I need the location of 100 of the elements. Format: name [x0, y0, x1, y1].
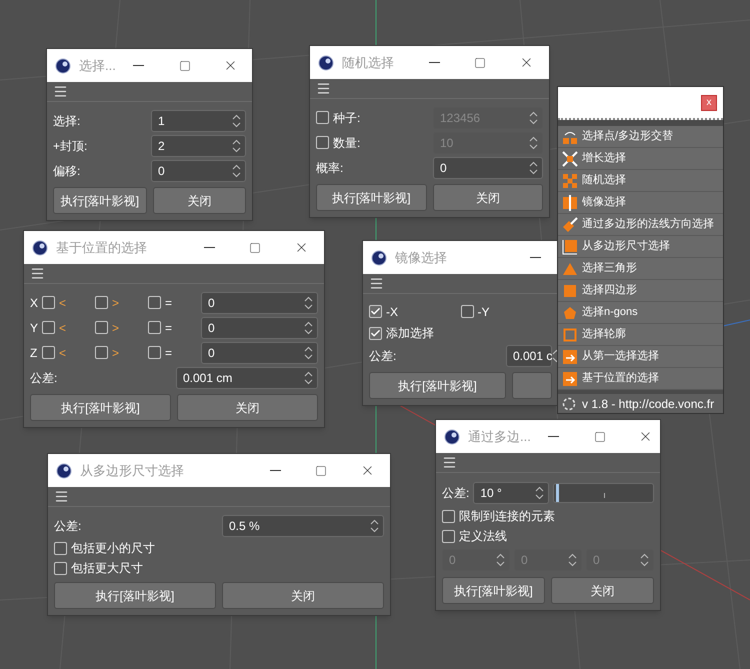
menu-item[interactable]: 从多边形尺寸选择	[558, 236, 723, 258]
operator-label: >	[112, 320, 120, 336]
minimize-icon	[530, 257, 540, 258]
number-field[interactable]: 0.5 %	[222, 514, 384, 536]
sphere-logo-icon	[32, 240, 48, 256]
square-icon	[562, 282, 578, 298]
number-field[interactable]: 0	[201, 292, 318, 314]
menu-icon[interactable]	[369, 276, 384, 291]
checkbox[interactable]	[95, 321, 108, 334]
dialog-button[interactable]: 关闭	[222, 582, 384, 609]
number-field[interactable]: 0	[201, 342, 318, 364]
field-label: -Y	[478, 304, 490, 320]
spinner-icon[interactable]	[304, 320, 313, 334]
dialog-button[interactable]: 关闭	[177, 394, 318, 421]
maximize-icon	[249, 242, 261, 254]
minimize-icon	[204, 247, 214, 248]
menu-item[interactable]: 基于位置的选择	[558, 368, 723, 390]
mirror-icon	[562, 194, 578, 210]
menu-item[interactable]: 增长选择	[558, 148, 723, 170]
number-field[interactable]: 0	[433, 156, 543, 178]
spinner-icon[interactable]	[232, 138, 241, 152]
window-title: 从多边形尺寸选择	[80, 462, 184, 480]
number-field[interactable]: 0.001 cm	[176, 366, 318, 388]
maximize-icon	[474, 56, 486, 68]
field-label: 偏移:	[53, 164, 80, 178]
checkbox[interactable]	[54, 542, 67, 554]
checkbox[interactable]	[369, 326, 382, 340]
menu-item[interactable]: 随机选择	[558, 170, 723, 192]
axis-label: X	[30, 294, 40, 312]
field-label: +封顶:	[53, 138, 88, 152]
operator-label: =	[165, 320, 172, 336]
field-label: -X	[386, 304, 398, 320]
spinner-icon[interactable]	[370, 518, 379, 532]
dialog-button[interactable]: 执行[落叶影视]	[30, 394, 171, 421]
menu-icon[interactable]	[316, 81, 331, 96]
number-field[interactable]: 1	[151, 110, 246, 132]
checkbox[interactable]	[442, 530, 455, 542]
number-field[interactable]: 10 °	[473, 482, 550, 504]
dialog-button[interactable]: 执行[落叶影视]	[316, 184, 426, 211]
cross-arrows-icon	[562, 150, 578, 166]
dialog-button[interactable]: 关闭	[432, 184, 543, 211]
field-label: 公差:	[54, 518, 82, 532]
spinner-icon[interactable]	[304, 370, 313, 384]
dialog-button[interactable]: 关闭	[551, 577, 654, 604]
spinner-icon[interactable]	[232, 164, 241, 178]
spinner-icon[interactable]	[304, 346, 313, 360]
checkbox[interactable]	[369, 305, 382, 318]
menu-item[interactable]: 选择点/多边形交替	[558, 126, 723, 148]
menu-item[interactable]: 选择轮廓	[558, 324, 723, 346]
checkbox[interactable]	[148, 296, 161, 309]
close-button[interactable]: x	[701, 94, 717, 110]
menu-item[interactable]: 镜像选择	[558, 192, 723, 214]
pencil-icon	[562, 216, 578, 232]
menu-item[interactable]: 选择四边形	[558, 280, 723, 302]
refresh-icon	[562, 396, 576, 410]
checkbox[interactable]	[95, 296, 108, 309]
dialog-button[interactable]: 执行[落叶影视]	[54, 582, 216, 609]
checkbox[interactable]	[442, 510, 455, 522]
number-field[interactable]: 0	[151, 160, 246, 182]
menu-icon[interactable]	[53, 84, 68, 99]
minimize-icon	[428, 62, 440, 63]
checkbox[interactable]	[42, 346, 55, 359]
field-label: 公差:	[442, 484, 470, 502]
spinner-icon[interactable]	[304, 296, 313, 310]
operator-label: <	[59, 294, 66, 312]
dialog-button[interactable]: 执行[落叶影视]	[53, 187, 146, 214]
minimize-icon	[548, 436, 560, 437]
number-field[interactable]: 0	[201, 316, 318, 338]
checkbox[interactable]	[95, 346, 108, 359]
spinner-icon[interactable]	[529, 160, 538, 174]
checkbox[interactable]	[42, 321, 55, 334]
menu-icon[interactable]	[54, 489, 69, 504]
slider-thumb[interactable]	[556, 484, 560, 502]
spinner-icon[interactable]	[535, 486, 544, 500]
minimize-icon	[133, 65, 144, 66]
operator-label: =	[165, 294, 172, 312]
sphere-logo-icon	[55, 58, 71, 74]
version-label: v 1.8 - http://code.vonc.fr	[582, 396, 714, 412]
dialog-button[interactable]: 执行[落叶影视]	[369, 372, 506, 399]
menu-item[interactable]: 从第一选择选择	[558, 346, 723, 368]
maximize-icon	[315, 464, 327, 476]
operator-label: =	[165, 344, 172, 362]
field-label: 选择:	[53, 114, 80, 128]
menu-item[interactable]: 选择三角形	[558, 258, 723, 280]
menu-item[interactable]: 选择n-gons	[558, 302, 723, 324]
outline-square-icon	[562, 326, 578, 342]
checkbox[interactable]	[148, 346, 161, 359]
menu-item[interactable]: 通过多边形的法线方向选择	[558, 214, 723, 236]
slider-track[interactable]	[553, 482, 654, 502]
dialog-button[interactable]: 关闭	[152, 187, 246, 214]
checkbox[interactable]	[148, 321, 161, 334]
check-icon	[370, 328, 381, 338]
spinner-icon[interactable]	[232, 114, 241, 128]
dialog-button[interactable]: 执行[落叶影视]	[442, 577, 545, 604]
number-field[interactable]: 2	[151, 134, 246, 156]
checkbox[interactable]	[42, 296, 55, 309]
menu-icon[interactable]	[442, 455, 457, 470]
checkbox[interactable]	[54, 562, 67, 574]
checkbox[interactable]	[460, 305, 474, 318]
menu-icon[interactable]	[30, 266, 45, 281]
